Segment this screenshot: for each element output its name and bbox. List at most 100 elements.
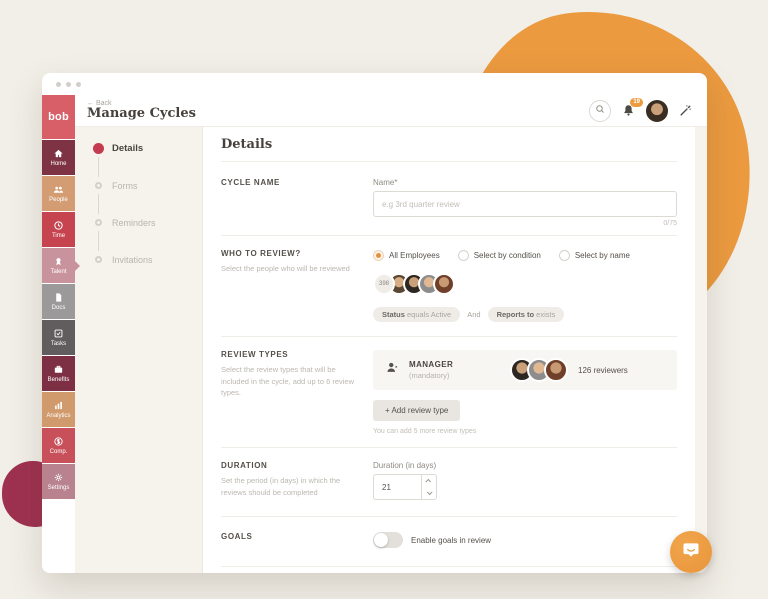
duration-input[interactable]: 21 <box>373 474 437 500</box>
bob-logo[interactable]: bob <box>42 95 75 139</box>
sidebar: bob Home People Time Talent <box>42 95 75 573</box>
app-window: bob Home People Time Talent <box>42 73 707 573</box>
section-hint: Select the review types that will be inc… <box>221 364 359 399</box>
panel-footer: Next <box>221 567 677 573</box>
duration-section: DURATION Set the period (in days) in whi… <box>221 448 677 517</box>
sidebar-item-time[interactable]: Time <box>42 212 75 247</box>
field-label: Duration (in days) <box>373 461 677 470</box>
radio-all-employees[interactable]: All Employees <box>373 250 440 261</box>
content-area: Details Forms Reminders <box>75 127 707 573</box>
page-title: Manage Cycles <box>87 107 196 122</box>
toggle-label: Enable goals in review <box>411 536 491 545</box>
radio-label: All Employees <box>389 251 440 260</box>
sidebar-item-label: Comp. <box>50 449 68 455</box>
window-control-dot[interactable] <box>56 82 61 87</box>
step-details[interactable]: Details <box>93 143 202 154</box>
home-icon <box>53 148 64 159</box>
filter-chip-reports-to[interactable]: Reports to exists <box>488 307 565 322</box>
employee-avatar-stack[interactable]: 398 <box>373 273 677 295</box>
step-label: Forms <box>112 181 138 191</box>
document-icon <box>53 292 64 303</box>
cycle-name-section: CYCLE NAME Name* 0/75 <box>221 162 677 236</box>
sidebar-item-label: People <box>49 197 68 203</box>
cycle-name-input[interactable] <box>373 191 677 217</box>
section-hint: Set the period (in days) in which the re… <box>221 475 359 498</box>
reviewer-avatar-stack <box>517 358 568 382</box>
people-icon <box>53 184 64 195</box>
step-bullet-icon <box>95 182 102 189</box>
sidebar-item-label: Talent <box>50 269 66 275</box>
medal-icon <box>53 256 64 267</box>
filter-chip-status[interactable]: Status equals Active <box>373 307 460 322</box>
goals-toggle[interactable] <box>373 532 403 548</box>
sidebar-item-label: Settings <box>48 485 70 491</box>
sidebar-item-tasks[interactable]: Tasks <box>42 320 75 355</box>
toggle-knob <box>374 533 388 547</box>
review-type-card[interactable]: MANAGER (mandatory) 126 reviewers <box>373 350 677 390</box>
sidebar-item-talent[interactable]: Talent <box>42 248 75 283</box>
step-bullet-icon <box>95 256 102 263</box>
page-background: bob Home People Time Talent <box>0 0 768 599</box>
chat-launcher[interactable] <box>670 531 712 573</box>
filter-joiner: And <box>467 310 480 319</box>
radio-select-by-name[interactable]: Select by name <box>559 250 630 261</box>
coin-icon <box>53 436 64 447</box>
window-control-dot[interactable] <box>76 82 81 87</box>
step-connector <box>98 157 99 177</box>
section-label: CYCLE NAME <box>221 178 359 187</box>
radio-icon <box>458 250 469 261</box>
step-forms[interactable]: Forms <box>93 180 202 191</box>
sidebar-item-label: Docs <box>52 305 66 311</box>
search-button[interactable] <box>589 100 611 122</box>
step-connector <box>98 194 99 214</box>
duration-value: 21 <box>374 475 421 499</box>
sidebar-item-docs[interactable]: Docs <box>42 284 75 319</box>
sidebar-item-analytics[interactable]: Analytics <box>42 392 75 427</box>
briefcase-icon <box>53 364 64 375</box>
notifications-button[interactable]: 19 <box>621 103 636 118</box>
step-label: Details <box>112 143 143 154</box>
avatar <box>433 273 455 295</box>
sidebar-item-label: Analytics <box>46 413 70 419</box>
details-panel: Details CYCLE NAME Name* 0/75 <box>202 127 695 573</box>
review-types-section: REVIEW TYPES Select the review types tha… <box>221 337 677 448</box>
stepper-down-icon[interactable] <box>422 487 436 499</box>
sidebar-item-home[interactable]: Home <box>42 140 75 175</box>
goals-section: GOALS Enable goals in review <box>221 517 677 567</box>
chip-field: Status <box>382 310 405 319</box>
step-reminders[interactable]: Reminders <box>93 217 202 228</box>
sidebar-item-comp[interactable]: Comp. <box>42 428 75 463</box>
step-bullet-icon <box>95 219 102 226</box>
radio-icon <box>559 250 570 261</box>
panel-title: Details <box>221 127 677 162</box>
radio-select-by-condition[interactable]: Select by condition <box>458 250 541 261</box>
sidebar-item-label: Tasks <box>51 341 66 347</box>
chip-condition: equals Active <box>407 310 451 319</box>
step-nav: Details Forms Reminders <box>75 127 202 573</box>
field-label: Name* <box>373 178 677 187</box>
review-type-subtitle: (mandatory) <box>409 371 517 380</box>
avatar <box>544 358 568 382</box>
stepper-up-icon[interactable] <box>422 475 436 487</box>
sidebar-item-benefits[interactable]: Benefits <box>42 356 75 391</box>
section-label: REVIEW TYPES <box>221 350 359 359</box>
step-connector <box>98 231 99 251</box>
topbar: ← Back Manage Cycles 19 <box>75 95 707 127</box>
window-control-dot[interactable] <box>66 82 71 87</box>
clock-icon <box>53 220 64 231</box>
sidebar-item-people[interactable]: People <box>42 176 75 211</box>
step-invitations[interactable]: Invitations <box>93 254 202 265</box>
chip-condition: exists <box>536 310 555 319</box>
chip-field: Reports to <box>497 310 535 319</box>
wand-button[interactable] <box>678 103 693 118</box>
who-to-review-section: WHO TO REVIEW? Select the people who wil… <box>221 236 677 337</box>
section-hint: Select the people who will be reviewed <box>221 263 359 275</box>
add-review-type-button[interactable]: + Add review type <box>373 400 460 421</box>
sidebar-item-label: Time <box>52 233 65 239</box>
radio-icon <box>373 250 384 261</box>
chat-bubble-icon <box>681 540 701 565</box>
remaining-types-hint: You can add 5 more review types <box>373 428 677 435</box>
step-label: Invitations <box>112 255 153 265</box>
sidebar-item-settings[interactable]: Settings <box>42 464 75 499</box>
user-avatar[interactable] <box>646 100 668 122</box>
